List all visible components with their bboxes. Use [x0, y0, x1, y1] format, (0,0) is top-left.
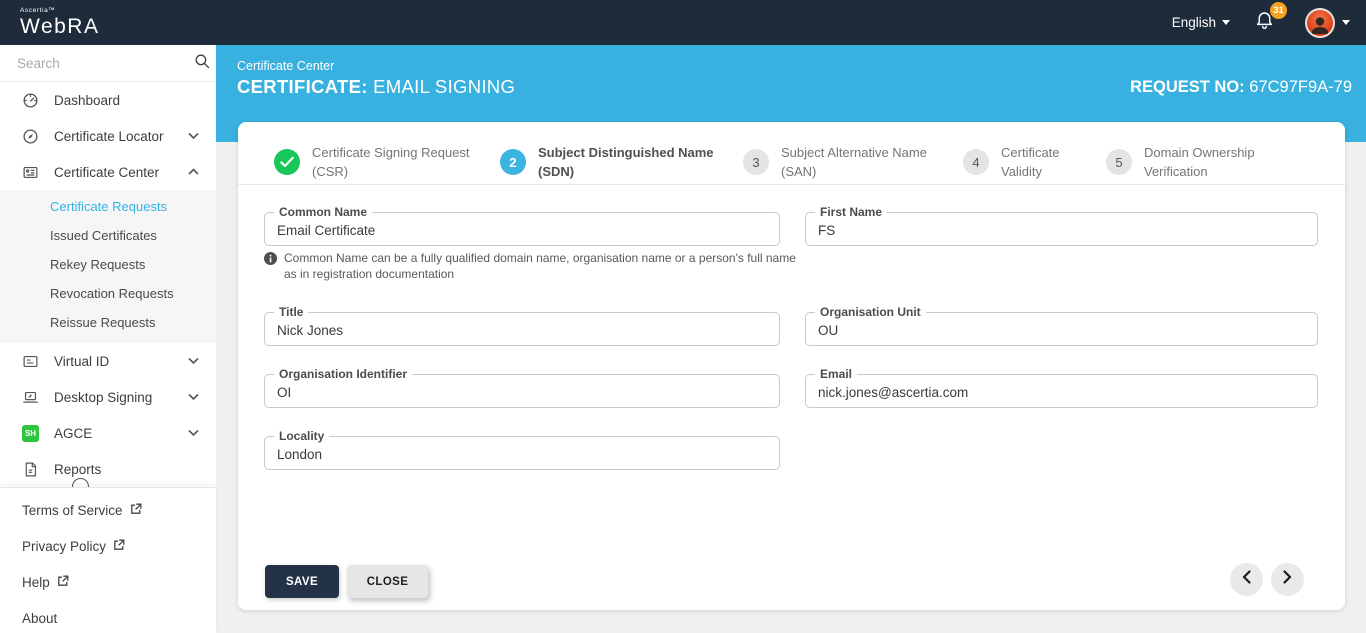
chevron-right-icon: [1283, 570, 1292, 589]
email-field: Email: [805, 367, 1318, 408]
field-label: Common Name: [274, 205, 373, 219]
sidebar-item-label: AGCE: [54, 425, 93, 441]
first-name-field: First Name: [805, 205, 1318, 246]
terms-of-service-link[interactable]: Terms of Service: [0, 492, 216, 528]
step-number-circle: 3: [743, 149, 769, 175]
chevron-down-icon: [1342, 20, 1350, 25]
chevron-down-icon: [1222, 20, 1230, 25]
external-link-icon: [113, 539, 125, 554]
step-csr[interactable]: Certificate Signing Request (CSR): [274, 143, 470, 181]
stepper-divider: [238, 184, 1345, 185]
title-input[interactable]: [265, 313, 779, 345]
external-link-icon: [57, 575, 69, 590]
sidebar-item-label: Certificate Center: [54, 164, 160, 180]
virtual-id-card-icon: [22, 353, 39, 370]
search-bar: [0, 45, 216, 82]
chevron-down-icon: [188, 393, 199, 401]
common-name-hint: Common Name can be a fully qualified dom…: [264, 251, 804, 282]
sidebar-item-rekey-requests[interactable]: Rekey Requests: [0, 250, 216, 279]
brand-ascertia-label: Ascertia™: [20, 6, 56, 14]
step-sdn[interactable]: 2 Subject Distinguished Name (SDN): [500, 143, 714, 181]
sidebar-item-virtual-id[interactable]: Virtual ID: [0, 343, 216, 379]
close-button[interactable]: CLOSE: [347, 565, 428, 598]
search-input[interactable]: [17, 55, 194, 71]
language-selector[interactable]: English: [1172, 15, 1230, 30]
save-button[interactable]: SAVE: [265, 565, 339, 598]
locality-field: Locality: [264, 429, 780, 470]
sidebar-item-agce[interactable]: SH AGCE: [0, 415, 216, 451]
organisation-unit-field: Organisation Unit: [805, 305, 1318, 346]
chevron-down-icon: [188, 429, 199, 437]
sidebar-item-reports[interactable]: Reports: [0, 451, 216, 487]
laptop-signing-icon: [22, 389, 39, 406]
about-link[interactable]: About: [0, 600, 216, 633]
notifications-button[interactable]: 31: [1254, 2, 1287, 36]
external-link-icon: [130, 503, 142, 518]
request-number: REQUEST NO: 67C97F9A-79: [1130, 78, 1352, 96]
sidebar-item-certificate-locator[interactable]: Certificate Locator: [0, 118, 216, 154]
step-number-circle: 2: [500, 149, 526, 175]
sidebar-item-label: Reports: [54, 461, 102, 477]
check-circle-icon: [274, 149, 300, 175]
chevron-down-icon: [188, 357, 199, 365]
sidebar-nav: Dashboard Certificate Locator Certificat…: [0, 82, 216, 487]
locality-input[interactable]: [265, 437, 779, 469]
step-san[interactable]: 3 Subject Alternative Name (SAN): [743, 143, 927, 181]
privacy-policy-link[interactable]: Privacy Policy: [0, 528, 216, 564]
info-icon: [264, 251, 277, 282]
sidebar-footer: Terms of Service Privacy Policy Help Abo…: [0, 487, 216, 633]
help-link[interactable]: Help: [0, 564, 216, 600]
document-icon: [22, 461, 39, 478]
search-icon[interactable]: [194, 53, 210, 74]
brand-webra-label: WebRA: [20, 15, 100, 39]
certificate-card-icon: [22, 164, 39, 181]
topbar: Ascertia™ WebRA English 31: [0, 0, 1366, 45]
email-input[interactable]: [806, 375, 1317, 407]
breadcrumb: Certificate Center: [237, 59, 335, 73]
field-label: First Name: [815, 205, 888, 219]
common-name-field: Common Name: [264, 205, 780, 246]
field-label: Email: [815, 367, 858, 381]
sidebar-item-issued-certificates[interactable]: Issued Certificates: [0, 221, 216, 250]
sidebar-item-revocation-requests[interactable]: Revocation Requests: [0, 279, 216, 308]
certificate-center-submenu: Certificate Requests Issued Certificates…: [0, 190, 216, 343]
sidebar-item-reissue-requests[interactable]: Reissue Requests: [0, 308, 216, 337]
step-domain-ownership[interactable]: 5 Domain Ownership Verification: [1106, 143, 1255, 181]
field-label: Title: [274, 305, 309, 319]
sidebar-item-label: Desktop Signing: [54, 389, 153, 405]
field-label: Organisation Identifier: [274, 367, 413, 381]
step-number-circle: 5: [1106, 149, 1132, 175]
notification-badge: 31: [1270, 2, 1287, 19]
bell-icon: [1254, 12, 1275, 35]
chevron-down-icon: [188, 132, 199, 140]
dashboard-gauge-icon: [22, 92, 39, 109]
field-label: Organisation Unit: [815, 305, 926, 319]
sidebar-item-label: Dashboard: [54, 92, 121, 108]
chevron-up-icon: [188, 168, 199, 176]
organisation-identifier-field: Organisation Identifier: [264, 367, 780, 408]
sidebar-item-dashboard[interactable]: Dashboard: [0, 82, 216, 118]
sidebar-item-certificate-requests[interactable]: Certificate Requests: [0, 192, 216, 221]
compass-icon: [22, 128, 39, 145]
language-label: English: [1171, 15, 1216, 30]
brand-logo[interactable]: Ascertia™ WebRA: [20, 6, 100, 39]
page-title: CERTIFICATE: EMAIL SIGNING: [237, 76, 516, 97]
sidebar-item-label: Certificate Locator: [54, 128, 164, 144]
field-label: Locality: [274, 429, 330, 443]
next-step-button[interactable]: [1271, 563, 1304, 596]
sidebar: Dashboard Certificate Locator Certificat…: [0, 45, 216, 633]
sidebar-item-certificate-center[interactable]: Certificate Center: [0, 154, 216, 190]
title-field: Title: [264, 305, 780, 346]
avatar: [1305, 7, 1335, 38]
sidebar-item-desktop-signing[interactable]: Desktop Signing: [0, 379, 216, 415]
user-menu[interactable]: [1305, 7, 1350, 38]
sh-green-square-icon: SH: [22, 424, 39, 442]
step-validity[interactable]: 4 Certificate Validity: [963, 143, 1060, 181]
previous-step-button[interactable]: [1230, 563, 1263, 596]
sidebar-item-label: Virtual ID: [54, 353, 110, 369]
chevron-left-icon: [1242, 570, 1251, 589]
certificate-form-card: Certificate Signing Request (CSR) 2 Subje…: [238, 122, 1345, 610]
step-number-circle: 4: [963, 149, 989, 175]
